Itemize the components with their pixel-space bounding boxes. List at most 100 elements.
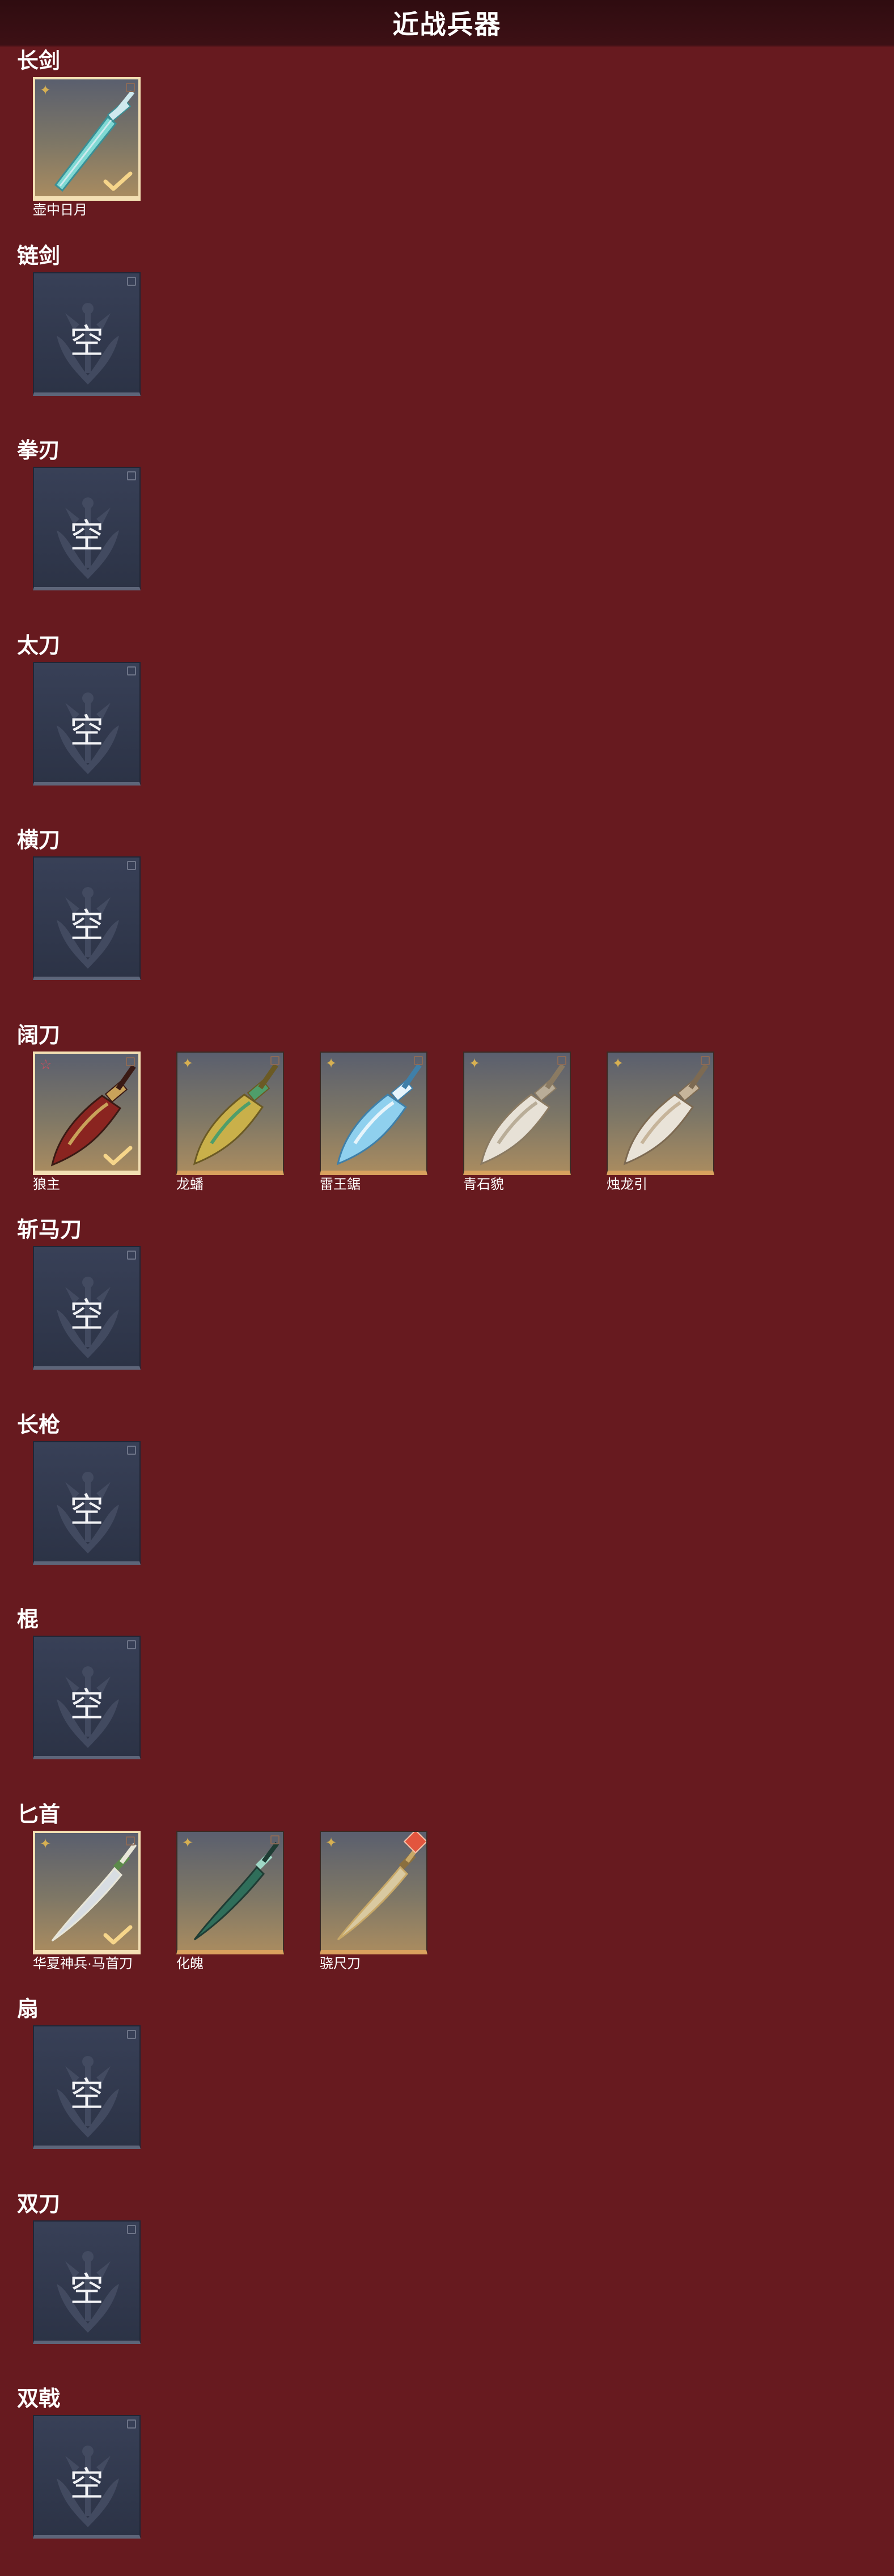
empty-slot[interactable]: 空 <box>33 2415 144 2539</box>
weapon-card[interactable]: ✦ <box>463 1051 571 1175</box>
weapon-name: 烛龙引 <box>607 1177 647 1192</box>
gold-star-icon: ✦ <box>182 1835 194 1851</box>
weapon-card[interactable]: ☆ <box>33 1051 141 1175</box>
category-title: 长枪 <box>17 1413 61 1437</box>
weapon-card[interactable]: ✦ <box>607 1051 714 1175</box>
weapon-name: 华夏神兵·马首刀 <box>33 1956 133 1971</box>
category-title: 双刀 <box>17 2193 61 2216</box>
corner-square-icon <box>126 1836 135 1846</box>
check-icon <box>103 171 133 191</box>
empty-slot[interactable]: 空 <box>33 2025 144 2149</box>
category-title: 太刀 <box>17 634 61 658</box>
weapon-name: 狼主 <box>33 1177 60 1192</box>
weapon-name: 雷王鋸 <box>320 1177 361 1192</box>
corner-square-icon <box>127 2030 136 2039</box>
empty-slot-label: 空 <box>70 2270 104 2310</box>
empty-slot-label: 空 <box>70 1686 104 1725</box>
corner-square-icon <box>414 1056 423 1065</box>
empty-slot-label: 空 <box>70 517 104 556</box>
corner-square-icon <box>126 83 135 92</box>
corner-square-icon <box>127 666 136 675</box>
weapon-item[interactable]: ✦ 龙蟠 <box>176 1051 287 1193</box>
category-title: 棍 <box>17 1608 39 1632</box>
weapon-card[interactable]: ✦ <box>320 1831 427 1954</box>
empty-slot-card[interactable]: 空 <box>33 2415 141 2539</box>
weapon-card[interactable]: ✦ <box>176 1051 284 1175</box>
weapon-name: 骁尺刀 <box>320 1956 361 1971</box>
empty-slot-label: 空 <box>70 322 104 362</box>
weapon-item[interactable]: ✦ 华夏神兵·马首刀 <box>33 1831 144 1973</box>
weapon-art-icon <box>480 1063 565 1165</box>
empty-slot-label: 空 <box>70 1296 104 1336</box>
empty-slot-card[interactable]: 空 <box>33 2220 141 2344</box>
empty-slot[interactable]: 空 <box>33 467 144 590</box>
category-title: 斩马刀 <box>17 1218 82 1242</box>
weapon-card[interactable]: ✦ <box>33 1831 141 1954</box>
corner-square-icon <box>557 1056 566 1065</box>
category-title: 阔刀 <box>17 1024 61 1048</box>
corner-square-icon <box>270 1835 279 1844</box>
check-icon <box>103 1146 133 1165</box>
weapon-name: 壶中日月 <box>33 202 87 218</box>
gold-star-icon: ✦ <box>40 83 52 98</box>
corner-square-icon <box>701 1056 710 1065</box>
empty-slot-card[interactable]: 空 <box>33 467 141 590</box>
empty-slot[interactable]: 空 <box>33 856 144 980</box>
empty-slot[interactable]: 空 <box>33 662 144 786</box>
gold-star-icon: ✦ <box>325 1056 337 1071</box>
weapon-card[interactable]: ✦ <box>320 1051 427 1175</box>
empty-slot-card[interactable]: 空 <box>33 856 141 980</box>
check-icon <box>103 1925 133 1945</box>
weapon-card[interactable]: ✦ <box>176 1831 284 1954</box>
weapon-name: 青石貌 <box>463 1177 504 1192</box>
empty-slot-card[interactable]: 空 <box>33 662 141 786</box>
corner-square-icon <box>127 1640 136 1649</box>
weapon-item[interactable]: ✦ 青石貌 <box>463 1051 574 1193</box>
category-title: 链剑 <box>17 244 61 268</box>
category-title: 匕首 <box>17 1803 61 1827</box>
weapon-item[interactable]: ☆ 狼主 <box>33 1051 144 1193</box>
empty-slot-label: 空 <box>70 712 104 751</box>
empty-slot-card[interactable]: 空 <box>33 1441 141 1565</box>
empty-slot-card[interactable]: 空 <box>33 1636 141 1759</box>
empty-slot-card[interactable]: 空 <box>33 272 141 396</box>
gold-star-icon: ✦ <box>325 1835 337 1851</box>
weapon-name: 龙蟠 <box>176 1177 204 1192</box>
weapon-item[interactable]: ✦ 壶中日月 <box>33 77 144 219</box>
header-bar: 近战兵器 <box>0 0 894 47</box>
category-title: 横刀 <box>17 829 61 852</box>
category-title: 长剑 <box>17 49 61 73</box>
corner-square-icon <box>127 2419 136 2429</box>
corner-square-icon <box>127 277 136 286</box>
weapon-item[interactable]: ✦ 雷王鋸 <box>320 1051 431 1193</box>
gold-star-icon: ✦ <box>612 1056 624 1071</box>
category-title: 双戟 <box>17 2387 61 2411</box>
corner-square-icon <box>270 1056 279 1065</box>
gold-star-icon: ✦ <box>469 1056 481 1071</box>
corner-square-icon <box>127 861 136 870</box>
corner-square-icon <box>127 471 136 480</box>
empty-slot-label: 空 <box>70 2075 104 2115</box>
page-title: 近战兵器 <box>392 10 502 39</box>
category-title: 扇 <box>17 1998 39 2021</box>
corner-square-icon <box>127 1446 136 1455</box>
empty-slot[interactable]: 空 <box>33 1636 144 1759</box>
empty-slot-label: 空 <box>70 2465 104 2505</box>
empty-slot[interactable]: 空 <box>33 1441 144 1565</box>
weapon-art-icon <box>623 1063 709 1165</box>
empty-slot[interactable]: 空 <box>33 272 144 396</box>
weapon-art-icon <box>193 1842 279 1941</box>
corner-square-icon <box>127 1251 136 1260</box>
weapon-item[interactable]: ✦ 骁尺刀 <box>320 1831 431 1973</box>
red-star-icon: ☆ <box>40 1057 52 1072</box>
empty-slot-card[interactable]: 空 <box>33 2025 141 2149</box>
weapon-card[interactable]: ✦ <box>33 77 141 201</box>
weapon-item[interactable]: ✦ 化魄 <box>176 1831 287 1973</box>
empty-slot[interactable]: 空 <box>33 2220 144 2344</box>
weapon-item[interactable]: ✦ 烛龙引 <box>607 1051 718 1193</box>
empty-slot[interactable]: 空 <box>33 1246 144 1370</box>
category-title: 拳刃 <box>17 439 61 463</box>
empty-slot-card[interactable]: 空 <box>33 1246 141 1370</box>
gold-star-icon: ✦ <box>182 1056 194 1071</box>
gold-star-icon: ✦ <box>40 1836 52 1852</box>
